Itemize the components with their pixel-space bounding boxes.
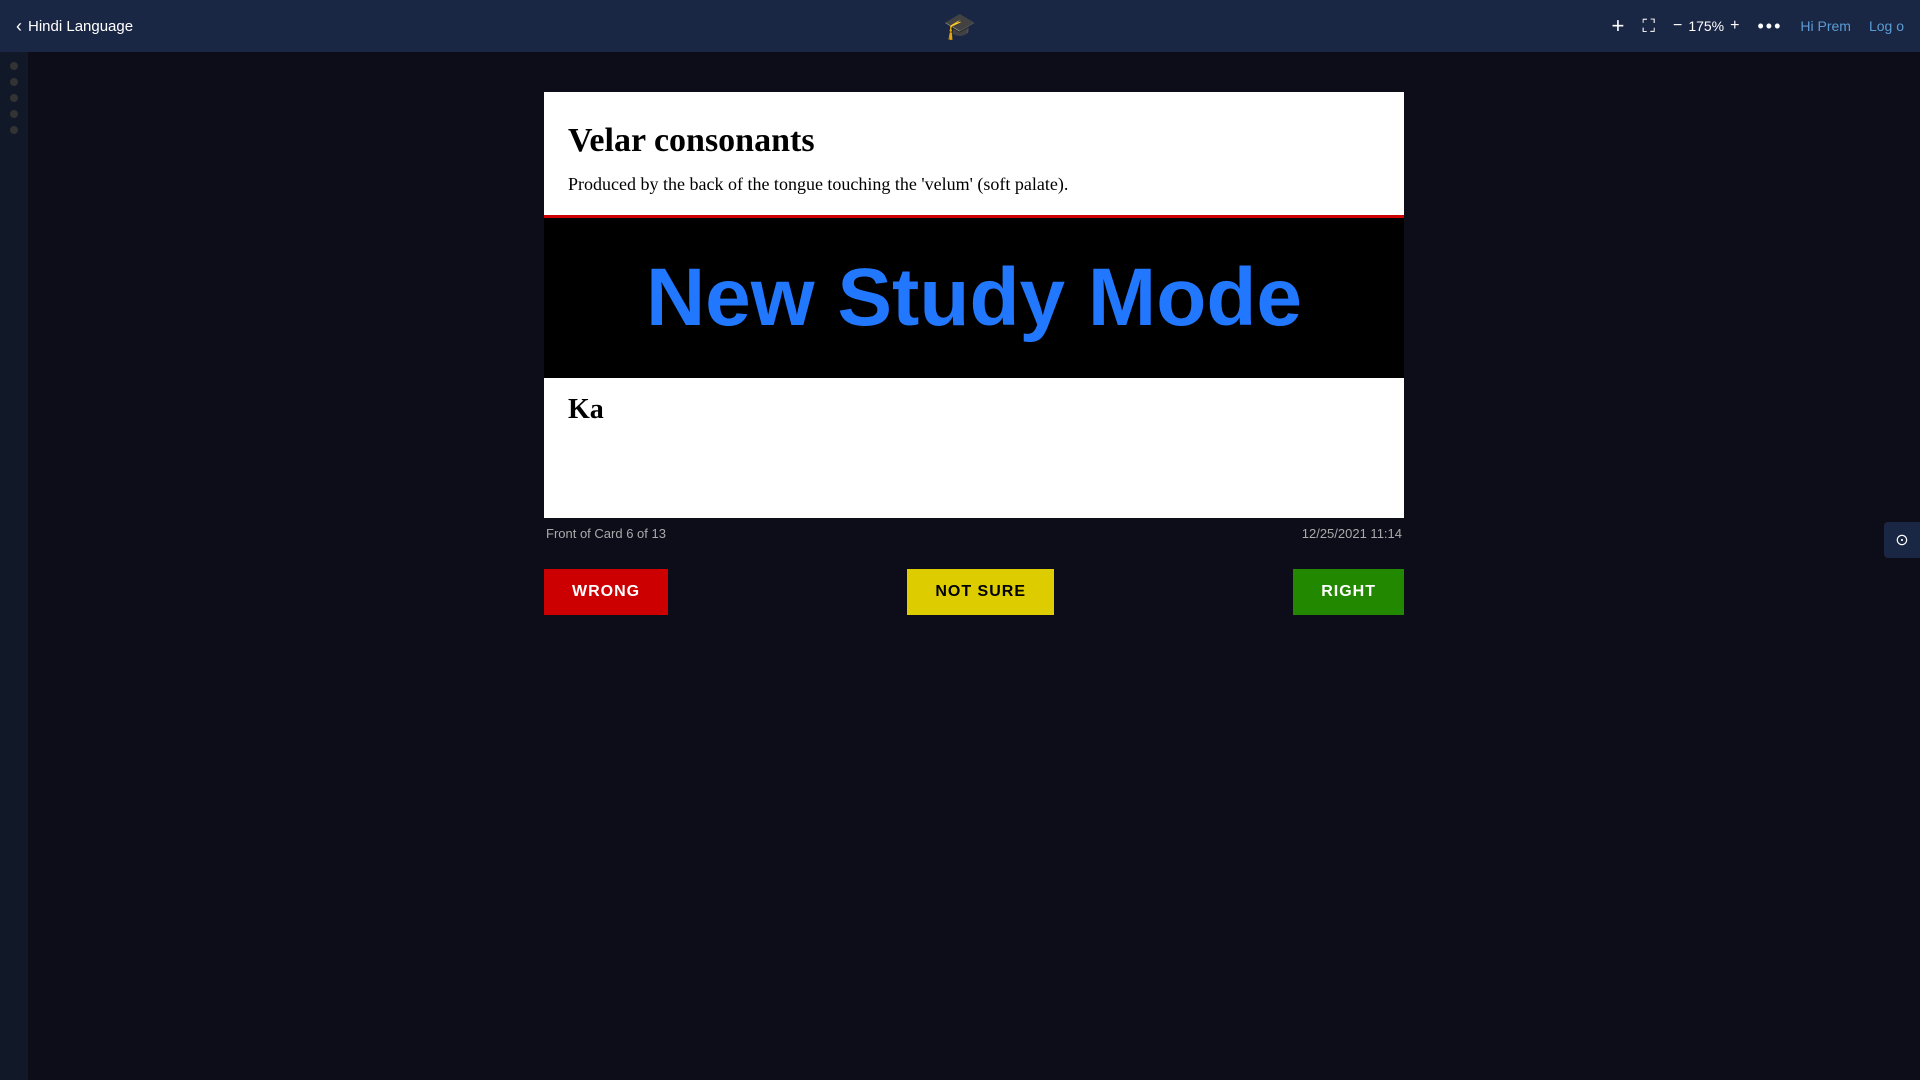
topbar-title: Hindi Language [28,18,133,35]
main-content: Velar consonants Produced by the back of… [28,52,1920,1080]
card-top: Velar consonants Produced by the back of… [544,92,1404,218]
logout-button[interactable]: Log o [1869,18,1904,34]
wrong-button[interactable]: WRONG [544,569,668,615]
card-timestamp: 12/25/2021 11:14 [1302,526,1402,541]
flashcard: Velar consonants Produced by the back of… [544,92,1404,518]
topbar-center: 🎓 [944,11,976,42]
sidebar-item[interactable] [10,94,18,102]
card-subtitle: Produced by the back of the tongue touch… [568,174,1380,195]
sidebar-item[interactable] [10,126,18,134]
target-icon: ⊙ [1895,530,1908,550]
card-position: Front of Card 6 of 13 [546,526,666,541]
more-options-button[interactable]: ••• [1757,16,1782,37]
zoom-out-button[interactable]: − [1673,17,1682,35]
card-footer: Front of Card 6 of 13 12/25/2021 11:14 [544,526,1404,541]
graduation-icon: 🎓 [944,11,976,41]
card-heading: Velar consonants [568,122,1380,160]
banner-text: New Study Mode [646,253,1302,343]
zoom-in-button[interactable]: + [1730,17,1739,35]
right-side-panel-button[interactable]: ⊙ [1884,522,1920,558]
user-greeting[interactable]: Hi Prem [1800,18,1851,34]
card-banner: New Study Mode [544,218,1404,378]
card-bottom: Ka [544,378,1404,518]
top-bar: ‹ Hindi Language 🎓 + ⛶ − 175% + ••• Hi P… [0,0,1920,52]
zoom-level: 175% [1688,18,1724,34]
sidebar [0,52,28,1080]
not-sure-button[interactable]: NOT SURE [907,569,1054,615]
card-bottom-text: Ka [568,394,1380,426]
sidebar-item[interactable] [10,78,18,86]
zoom-controls: − 175% + [1673,17,1740,35]
sidebar-item[interactable] [10,62,18,70]
topbar-right: + ⛶ − 175% + ••• Hi Prem Log o [1612,13,1904,39]
right-button[interactable]: RIGHT [1293,569,1404,615]
back-chevron-icon: ‹ [16,16,22,37]
add-button[interactable]: + [1612,13,1625,39]
sidebar-item[interactable] [10,110,18,118]
expand-button[interactable]: ⛶ [1642,16,1655,37]
back-button[interactable]: ‹ Hindi Language [16,16,133,37]
answer-buttons: WRONG NOT SURE RIGHT [544,569,1404,615]
